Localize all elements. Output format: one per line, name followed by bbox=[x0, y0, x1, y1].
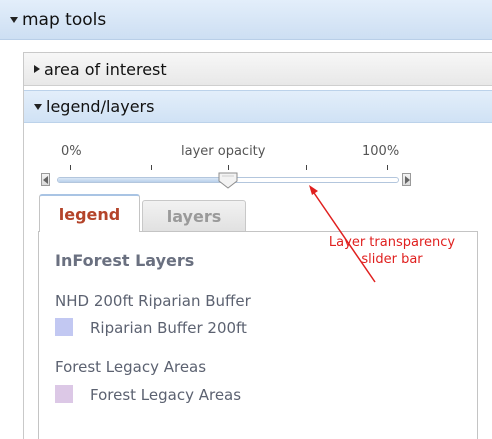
tab-layers-label: layers bbox=[166, 206, 222, 226]
slider-fill bbox=[58, 178, 228, 182]
slider-tick bbox=[306, 165, 307, 170]
slider-increase-button[interactable] bbox=[402, 173, 411, 186]
slider-decrease-button[interactable] bbox=[41, 173, 50, 186]
area-of-interest-label: area of interest bbox=[44, 59, 167, 79]
legend-title: InForest Layers bbox=[55, 251, 195, 270]
chevron-right-icon bbox=[34, 65, 40, 73]
layer-name: NHD 200ft Riparian Buffer bbox=[55, 292, 251, 310]
legend-swatch bbox=[55, 318, 73, 336]
slider-tick bbox=[228, 165, 229, 170]
layer-name: Forest Legacy Areas bbox=[55, 358, 207, 376]
opacity-title-label: layer opacity bbox=[181, 144, 266, 159]
chevron-down-icon bbox=[34, 103, 42, 110]
tab-legend[interactable]: legend bbox=[39, 194, 140, 232]
legend-layers-label: legend/layers bbox=[46, 97, 155, 116]
annotation-line-2: slider bar bbox=[361, 252, 423, 267]
legend-swatch bbox=[55, 385, 73, 403]
tab-legend-label: legend bbox=[58, 204, 121, 224]
legend-swatch-label: Forest Legacy Areas bbox=[90, 386, 242, 404]
slider-tick bbox=[151, 165, 152, 170]
layer-opacity-slider: 0% layer opacity 100% bbox=[24, 124, 492, 194]
slider-handle[interactable] bbox=[218, 172, 238, 189]
opacity-min-label: 0% bbox=[61, 144, 82, 159]
map-tools-header[interactable]: map tools bbox=[0, 0, 492, 40]
annotation-callout: Layer transparency slider bar bbox=[307, 234, 477, 268]
tab-layers[interactable]: layers bbox=[142, 200, 246, 232]
slider-tick bbox=[387, 165, 388, 170]
legend-layers-header[interactable]: legend/layers bbox=[24, 90, 492, 123]
area-of-interest-header[interactable]: area of interest bbox=[24, 53, 492, 86]
slider-tick bbox=[70, 165, 71, 170]
map-tools-title: map tools bbox=[22, 9, 107, 30]
legend-swatch-label: Riparian Buffer 200ft bbox=[90, 319, 247, 337]
chevron-down-icon bbox=[10, 16, 18, 23]
opacity-max-label: 100% bbox=[362, 144, 400, 159]
annotation-line-1: Layer transparency bbox=[328, 235, 456, 250]
